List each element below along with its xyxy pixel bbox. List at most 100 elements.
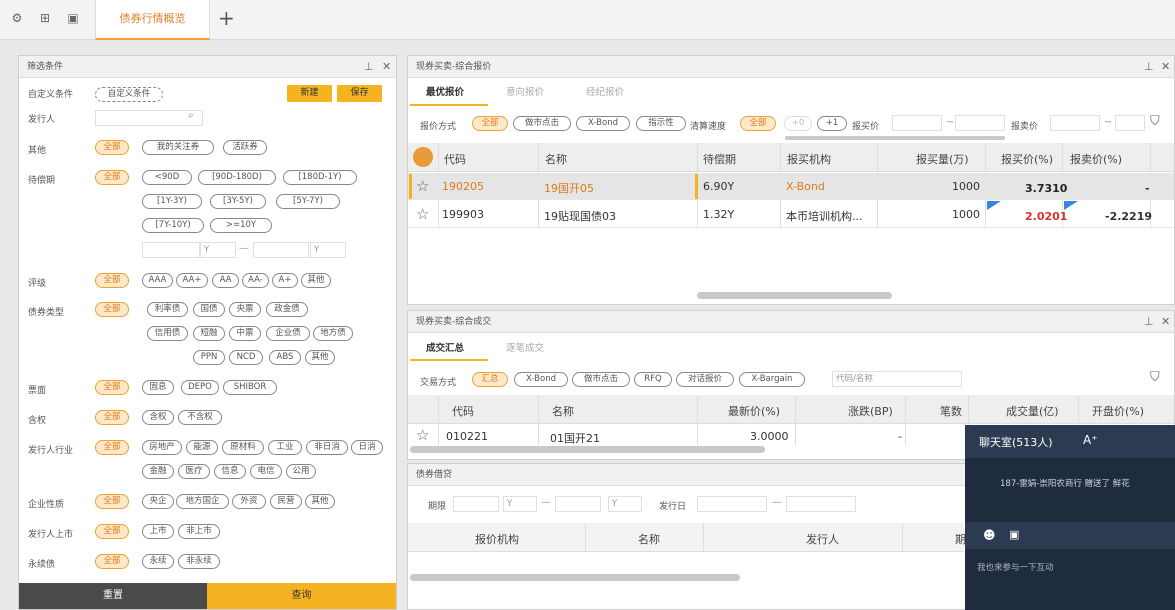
trade-mode-option[interactable]: 汇总 xyxy=(472,372,508,387)
grid-icon[interactable]: ⊞ xyxy=(38,11,52,25)
filter-icon[interactable]: ⛉ xyxy=(1150,370,1160,385)
pin-icon[interactable]: ⊥ xyxy=(364,56,374,78)
trade-mode-option[interactable]: 做市点击 xyxy=(572,372,630,387)
option-option[interactable]: 含权 xyxy=(142,410,174,425)
close-icon[interactable]: ✕ xyxy=(1161,56,1170,78)
bond-type-option[interactable]: 企业债 xyxy=(266,326,310,341)
industry-option[interactable]: 信息 xyxy=(214,464,246,479)
trade-mode-option[interactable]: RFQ xyxy=(634,372,672,387)
bond-type-option[interactable]: 国债 xyxy=(193,302,225,317)
gear-icon[interactable]: ⚙ xyxy=(10,11,24,25)
quote-mode-option[interactable]: 全部 xyxy=(472,116,508,131)
listed-option[interactable]: 非上市 xyxy=(178,524,220,539)
trade-mode-option[interactable]: 对话报价 xyxy=(676,372,734,387)
industry-option[interactable]: 医疗 xyxy=(178,464,210,479)
star-icon[interactable]: ☆ xyxy=(416,205,429,223)
term-min-input[interactable] xyxy=(142,242,200,258)
quote-ask[interactable]: - xyxy=(1145,182,1150,195)
search-icon[interactable]: ⌕ xyxy=(188,110,194,121)
new-button[interactable]: 新建 xyxy=(287,85,332,102)
pin-icon[interactable]: ⊥ xyxy=(1144,311,1154,333)
term-option[interactable]: [180D-1Y) xyxy=(283,170,357,185)
filter-icon[interactable]: ⛉ xyxy=(1150,114,1160,129)
bond-type-option[interactable]: PPN xyxy=(193,350,225,365)
speed-option[interactable]: +1 xyxy=(817,116,847,131)
term-max-input[interactable] xyxy=(253,242,309,258)
issuer-input[interactable] xyxy=(95,110,203,126)
quote-name[interactable]: 19国开05 xyxy=(544,180,594,196)
rating-option[interactable]: AA+ xyxy=(176,273,208,288)
rating-option[interactable]: AAA xyxy=(142,273,173,288)
listed-option[interactable]: 全部 xyxy=(95,524,129,539)
trade-mode-option[interactable]: X-Bargain xyxy=(739,372,805,387)
term-max-unit[interactable]: Y xyxy=(310,242,346,258)
term-option[interactable]: [7Y-10Y) xyxy=(142,218,204,233)
bond-type-option[interactable]: ABS xyxy=(269,350,301,365)
coupon-option[interactable]: 全部 xyxy=(95,380,129,395)
chat-input[interactable]: 我也来参与一下互动 xyxy=(977,561,1054,573)
listed-option[interactable]: 上市 xyxy=(142,524,174,539)
enterprise-option[interactable]: 民营 xyxy=(270,494,302,509)
industry-option[interactable]: 原材料 xyxy=(222,440,264,455)
issue-date-to[interactable] xyxy=(786,496,856,512)
term-option[interactable]: >=10Y xyxy=(210,218,272,233)
other-option[interactable]: 活跃券 xyxy=(223,140,267,155)
quote-mode-option[interactable]: X-Bond xyxy=(576,116,630,131)
perpetual-option[interactable]: 全部 xyxy=(95,554,129,569)
pin-icon[interactable]: ⊥ xyxy=(1144,56,1154,78)
tab-quote-0[interactable]: 最优报价 xyxy=(426,84,464,98)
quote-mode-option[interactable]: 指示性 xyxy=(636,116,686,131)
quote-code[interactable]: 190205 xyxy=(442,180,484,193)
quote-name[interactable]: 19贴现国债03 xyxy=(544,208,616,224)
tab-bond-overview[interactable]: 债券行情概览 xyxy=(95,0,210,40)
term-option[interactable]: [5Y-7Y) xyxy=(276,194,340,209)
quote-bid[interactable]: 3.7310 xyxy=(1025,182,1067,195)
industry-option[interactable]: 金融 xyxy=(142,464,174,479)
other-option[interactable]: 我的关注券 xyxy=(142,140,214,155)
bid-min-input[interactable] xyxy=(892,115,942,131)
trade-mode-option[interactable]: X-Bond xyxy=(514,372,568,387)
rating-option[interactable]: 其他 xyxy=(301,273,331,288)
ask-min-input[interactable] xyxy=(1050,115,1100,131)
option-option[interactable]: 不含权 xyxy=(178,410,222,425)
ask-max-input[interactable] xyxy=(1115,115,1145,131)
tab-quote-1[interactable]: 意向报价 xyxy=(506,84,544,98)
reset-button[interactable]: 重置 xyxy=(19,583,207,609)
term-option[interactable]: [90D-180D) xyxy=(198,170,276,185)
trade-search-input[interactable]: 代码/名称 xyxy=(832,371,962,387)
emoji-icon[interactable]: ☻ xyxy=(983,528,996,542)
bond-type-option[interactable]: 地方债 xyxy=(313,326,353,341)
quote-bid[interactable]: 2.0201 xyxy=(1025,210,1067,223)
trade-scrollbar[interactable] xyxy=(410,446,765,453)
industry-option[interactable]: 全部 xyxy=(95,440,129,455)
enterprise-option[interactable]: 外资 xyxy=(232,494,266,509)
lending-scrollbar[interactable] xyxy=(410,574,740,581)
term-min-unit[interactable]: Y xyxy=(200,242,236,258)
rating-option[interactable]: A+ xyxy=(272,273,298,288)
font-size-button[interactable]: A⁺ xyxy=(1083,433,1098,447)
speed-option[interactable]: 全部 xyxy=(740,116,776,131)
bid-max-input[interactable] xyxy=(955,115,1005,131)
industry-option[interactable]: 非日消 xyxy=(306,440,348,455)
coupon-option[interactable]: DEPO xyxy=(181,380,219,395)
rating-option[interactable]: AA- xyxy=(242,273,269,288)
speed-option[interactable]: +0 xyxy=(784,116,812,131)
lending-term-min-unit[interactable]: Y xyxy=(503,496,537,512)
option-option[interactable]: 全部 xyxy=(95,410,129,425)
enterprise-option[interactable]: 央企 xyxy=(142,494,174,509)
industry-option[interactable]: 公用 xyxy=(286,464,316,479)
custom-condition-select[interactable]: 自定义条件 xyxy=(95,87,163,102)
industry-option[interactable]: 房地产 xyxy=(142,440,182,455)
quote-code[interactable]: 199903 xyxy=(442,208,484,221)
lending-term-min[interactable] xyxy=(453,496,499,512)
industry-option[interactable]: 工业 xyxy=(268,440,302,455)
term-option[interactable]: 全部 xyxy=(95,170,129,185)
quote-top-scrollbar[interactable] xyxy=(785,136,1005,140)
perpetual-option[interactable]: 永续 xyxy=(142,554,174,569)
image-icon[interactable]: ▣ xyxy=(1009,528,1019,541)
other-option[interactable]: 全部 xyxy=(95,140,129,155)
bond-type-option[interactable]: 央票 xyxy=(229,302,261,317)
rating-option[interactable]: AA xyxy=(212,273,239,288)
query-button[interactable]: 查询 xyxy=(207,583,396,609)
enterprise-option[interactable]: 全部 xyxy=(95,494,129,509)
